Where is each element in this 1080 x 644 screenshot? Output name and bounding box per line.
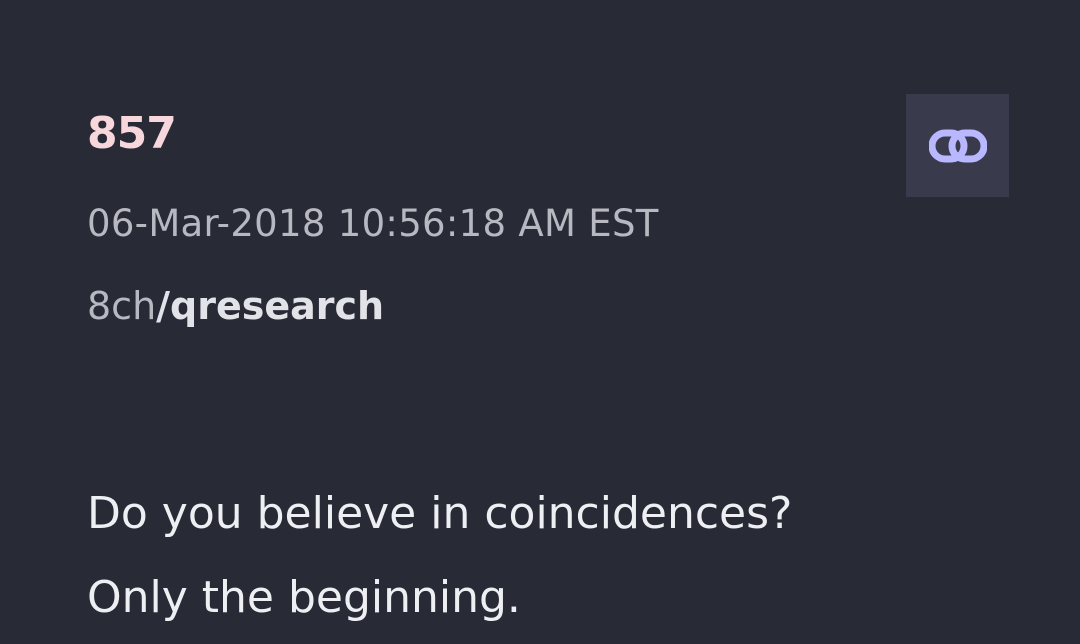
link-icon (928, 129, 987, 162)
post-message: Do you believe in coincidences? Only the… (87, 472, 792, 640)
board-site: 8ch (87, 284, 157, 328)
post-number: 857 (87, 108, 177, 159)
post-timestamp: 06-Mar-2018 10:56:18 AM EST (87, 202, 659, 245)
board-separator: / (156, 284, 171, 328)
message-line: Only the beginning. (87, 572, 521, 623)
board-name: qresearch (170, 284, 385, 328)
q-post: 857 06-Mar-2018 10:56:18 AM EST 8ch/qres… (0, 0, 1080, 644)
board-link[interactable]: 8ch/qresearch (87, 282, 384, 330)
message-line: Do you believe in coincidences? (87, 488, 793, 539)
permalink-button[interactable] (906, 94, 1009, 197)
